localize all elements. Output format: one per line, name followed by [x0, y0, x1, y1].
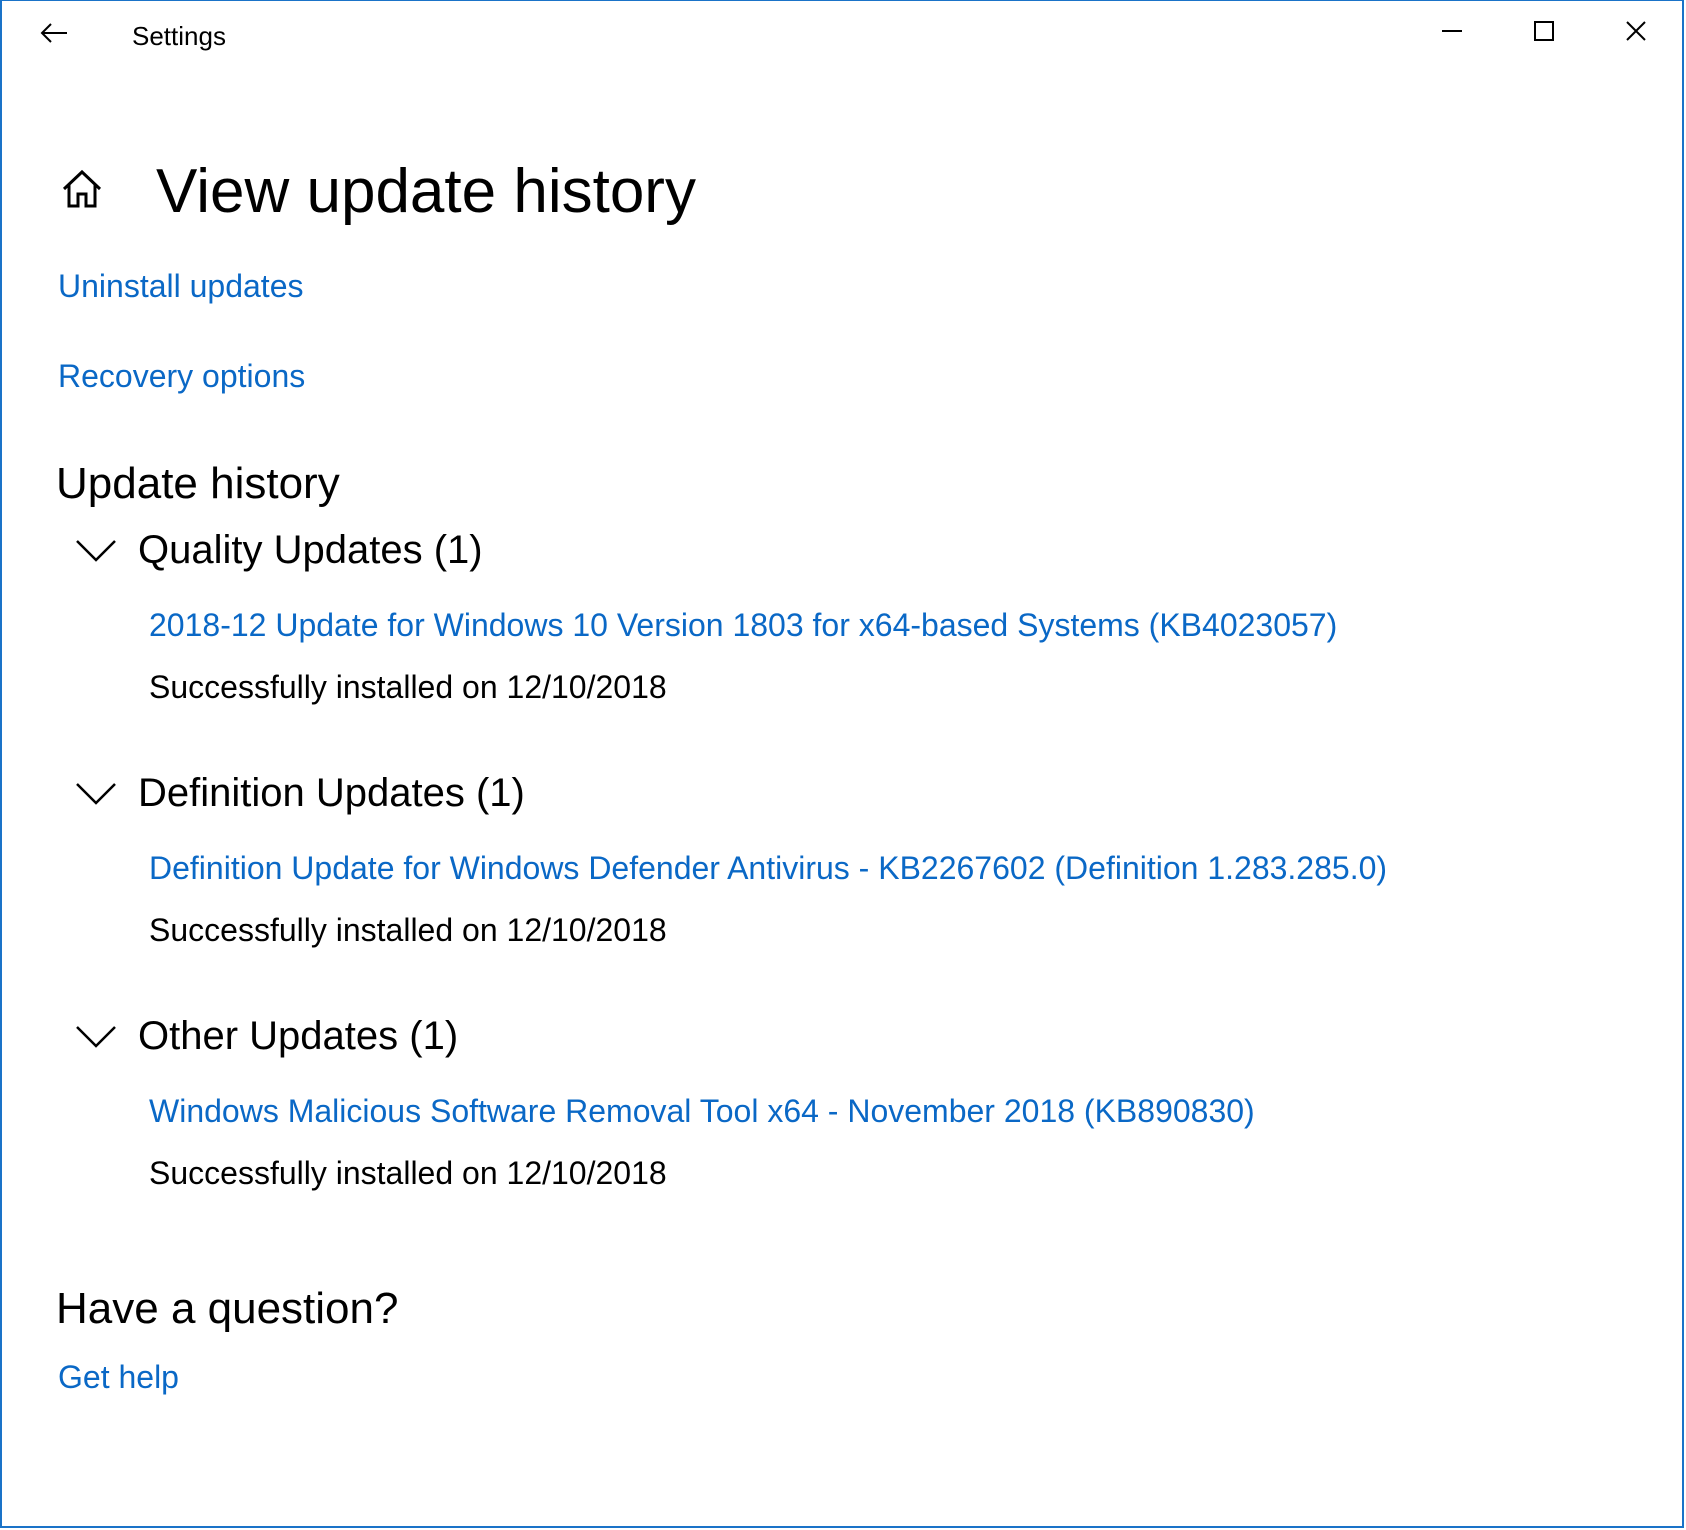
back-arrow-icon [39, 22, 69, 49]
title-bar: Settings [2, 1, 1682, 73]
chevron-down-icon [74, 779, 118, 809]
uninstall-updates-link[interactable]: Uninstall updates [58, 268, 303, 305]
help-title: Have a question? [56, 1284, 399, 1333]
group-label: Quality Updates (1) [138, 528, 483, 572]
update-item-link[interactable]: Windows Malicious Software Removal Tool … [149, 1093, 1255, 1130]
group-label: Definition Updates (1) [138, 771, 525, 815]
update-item-link[interactable]: 2018-12 Update for Windows 10 Version 18… [149, 607, 1337, 644]
page-header: View update history [58, 119, 696, 264]
maximize-button[interactable] [1498, 1, 1590, 65]
settings-window: Settings View update history Uninstall u… [0, 0, 1684, 1528]
app-title: Settings [132, 21, 226, 51]
page-title: View update history [156, 156, 696, 226]
back-button[interactable] [30, 13, 78, 57]
recovery-options-link[interactable]: Recovery options [58, 358, 305, 395]
maximize-icon [1532, 19, 1556, 48]
minimize-icon [1440, 19, 1464, 48]
group-label: Other Updates (1) [138, 1014, 459, 1058]
group-header-other[interactable]: Other Updates (1) [74, 1014, 458, 1059]
update-item-link[interactable]: Definition Update for Windows Defender A… [149, 850, 1387, 887]
home-button[interactable] [58, 168, 106, 216]
group-header-definition[interactable]: Definition Updates (1) [74, 771, 525, 816]
chevron-down-icon [74, 536, 118, 566]
minimize-button[interactable] [1406, 1, 1498, 65]
chevron-down-icon [74, 1022, 118, 1052]
window-controls [1406, 1, 1682, 65]
home-icon [60, 167, 104, 216]
group-header-quality[interactable]: Quality Updates (1) [74, 528, 483, 573]
close-icon [1624, 19, 1648, 48]
update-history-title: Update history [56, 459, 340, 508]
close-button[interactable] [1590, 1, 1682, 65]
update-item-status: Successfully installed on 12/10/2018 [149, 1155, 667, 1191]
update-item-status: Successfully installed on 12/10/2018 [149, 912, 667, 948]
update-item-status: Successfully installed on 12/10/2018 [149, 669, 667, 705]
get-help-link[interactable]: Get help [58, 1359, 179, 1396]
